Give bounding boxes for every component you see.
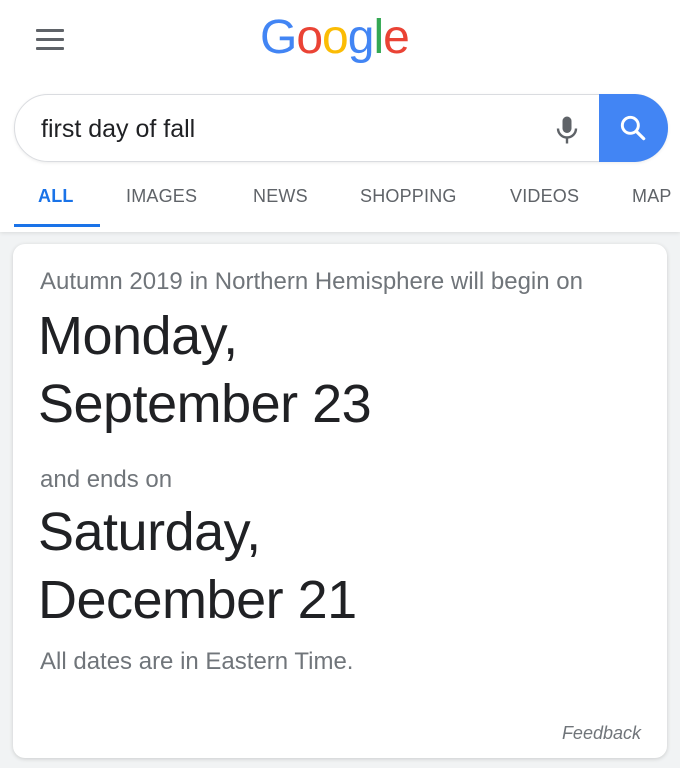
- logo-letter: o: [296, 11, 323, 64]
- tab-shopping[interactable]: SHOPPING: [360, 186, 457, 207]
- end-date: December 21: [38, 570, 357, 630]
- tab-all[interactable]: ALL: [38, 186, 74, 207]
- search-tabs: ALL IMAGES NEWS SHOPPING VIDEOS MAP: [0, 170, 680, 230]
- answer-lead-text: Autumn 2019 in Northern Hemisphere will …: [40, 268, 583, 295]
- answer-card: Autumn 2019 in Northern Hemisphere will …: [13, 244, 667, 758]
- tab-maps[interactable]: MAP: [632, 186, 672, 207]
- timezone-note: All dates are in Eastern Time.: [40, 648, 354, 675]
- feedback-link[interactable]: Feedback: [562, 723, 641, 744]
- hamburger-menu-icon-line: [36, 38, 64, 41]
- menu-button[interactable]: [36, 29, 66, 51]
- end-day: Saturday,: [38, 502, 261, 562]
- search-box: [14, 94, 668, 162]
- logo-letter: e: [383, 11, 410, 64]
- search-header: Google ALL IMAGES NEWS SHOPPING VIDEOS M…: [0, 0, 680, 232]
- search-button[interactable]: [599, 94, 668, 162]
- answer-middle-text: and ends on: [40, 466, 173, 493]
- search-input[interactable]: [41, 109, 521, 149]
- logo-letter: G: [260, 11, 297, 64]
- hamburger-menu-icon-line: [36, 47, 64, 50]
- logo-letter: l: [373, 11, 384, 64]
- tab-news[interactable]: NEWS: [253, 186, 308, 207]
- active-tab-indicator: [14, 224, 100, 227]
- start-day: Monday,: [38, 306, 238, 366]
- magnifier-icon: [620, 115, 646, 141]
- tab-videos[interactable]: VIDEOS: [510, 186, 579, 207]
- tab-images[interactable]: IMAGES: [126, 186, 197, 207]
- start-date: September 23: [38, 374, 372, 434]
- logo-letter: g: [347, 11, 375, 64]
- microphone-icon[interactable]: [549, 112, 585, 148]
- logo-letter: o: [322, 11, 349, 64]
- hamburger-menu-icon: [36, 29, 64, 32]
- google-logo[interactable]: Google: [260, 8, 410, 68]
